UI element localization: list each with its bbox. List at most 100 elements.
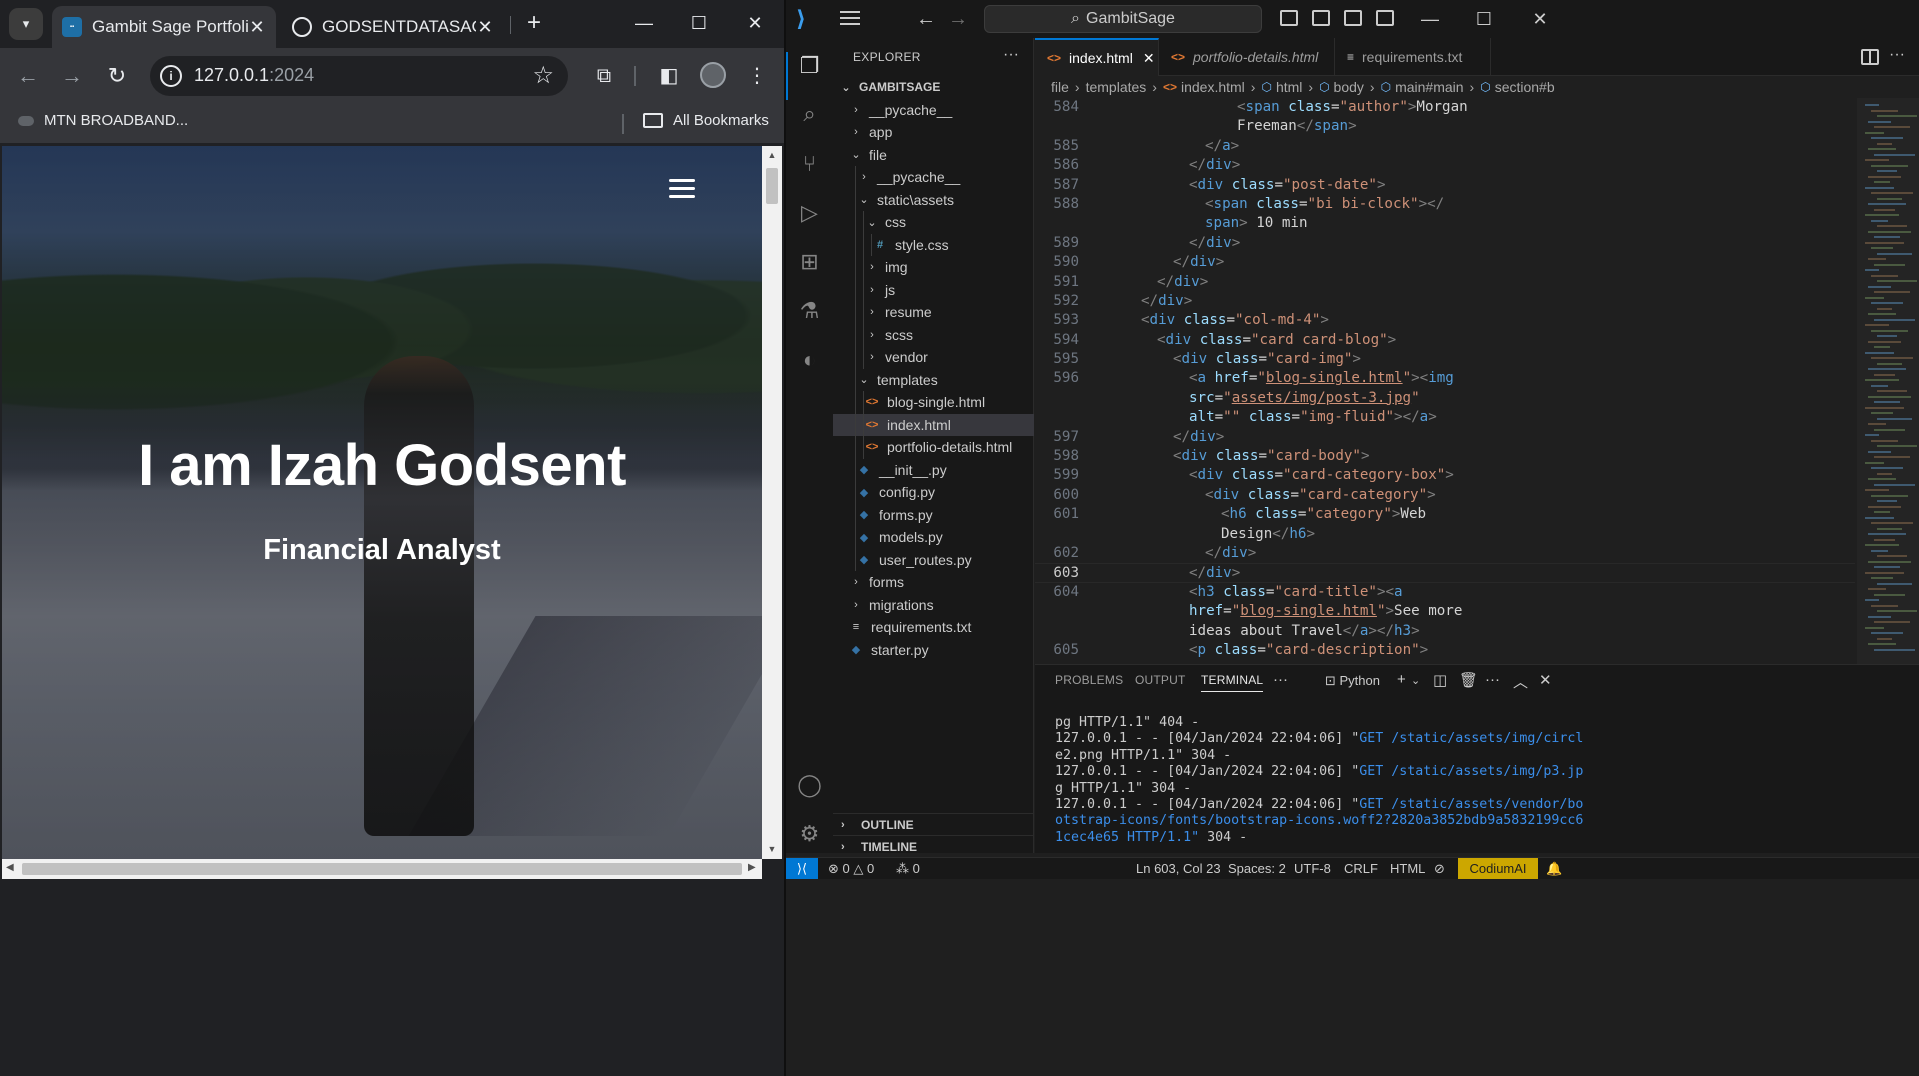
all-bookmarks-button[interactable]: All Bookmarks xyxy=(643,112,769,129)
folder-item[interactable]: › __pycache__ xyxy=(833,99,1034,122)
scroll-down-arrow-icon[interactable]: ▼ xyxy=(762,844,782,854)
chevron-down-icon[interactable]: ⌄ xyxy=(1411,674,1420,687)
page-vertical-scrollbar[interactable]: ▲ ▼ xyxy=(762,146,782,859)
close-tab-icon[interactable]: ✕ xyxy=(1143,50,1155,67)
panel-more-icon[interactable]: ··· xyxy=(1485,671,1500,688)
run-debug-icon[interactable]: ▷ xyxy=(796,199,823,226)
file-item[interactable]: <> portfolio-details.html xyxy=(833,436,1034,459)
explorer-icon[interactable]: ❐ xyxy=(796,52,823,79)
go-forward-icon[interactable]: → xyxy=(948,8,968,31)
customize-layout-icon[interactable] xyxy=(1376,10,1394,26)
code-line[interactable]: 587 <div class="post-date"> xyxy=(1035,176,1855,195)
scroll-left-arrow-icon[interactable]: ◀ xyxy=(6,862,14,873)
editor-tab-index-html[interactable]: <> index.html ✕ xyxy=(1035,38,1159,76)
no-copilot-icon[interactable]: ⊘ xyxy=(1434,861,1445,877)
more-actions-icon[interactable]: ··· xyxy=(1003,46,1019,64)
code-line[interactable]: Freeman</span> xyxy=(1035,117,1855,136)
maximize-icon[interactable]: ☐ xyxy=(679,8,719,38)
bookmark-star-icon[interactable]: ☆ xyxy=(532,61,554,90)
settings-gear-icon[interactable]: ⚙ xyxy=(796,820,823,847)
breadcrumb-item[interactable]: file xyxy=(1051,79,1069,95)
folder-item[interactable]: › img xyxy=(833,256,1034,279)
close-tab-icon[interactable]: ✕ xyxy=(476,17,494,38)
minimize-icon[interactable]: — xyxy=(1410,6,1450,32)
toggle-primary-sidebar-icon[interactable] xyxy=(1280,10,1298,26)
toggle-secondary-sidebar-icon[interactable] xyxy=(1344,10,1362,26)
more-panels-icon[interactable]: ··· xyxy=(1273,671,1288,688)
extensions-icon[interactable]: ⊞ xyxy=(796,248,823,275)
code-line[interactable]: 592 </div> xyxy=(1035,292,1855,311)
split-editor-icon[interactable] xyxy=(1861,49,1879,65)
code-line[interactable]: 595 <div class="card-img"> xyxy=(1035,350,1855,369)
code-line[interactable]: 588 <span class="bi bi-clock"></ xyxy=(1035,195,1855,214)
folder-item[interactable]: › forms xyxy=(833,571,1034,594)
code-line[interactable]: 584 <span class="author">Morgan xyxy=(1035,98,1855,117)
code-line[interactable]: 585 </a> xyxy=(1035,137,1855,156)
folder-item[interactable]: ⌄ static\assets xyxy=(833,188,1034,211)
folder-item[interactable]: › resume xyxy=(833,301,1034,324)
source-control-icon[interactable]: ⑂ xyxy=(796,150,823,177)
scroll-up-arrow-icon[interactable]: ▲ xyxy=(762,150,782,160)
tab-gambit-sage-portfolio[interactable]: ▪▪ Gambit Sage Portfolio ✕ xyxy=(52,6,276,48)
browser-menu-icon[interactable]: ⋮ xyxy=(743,62,771,90)
file-item[interactable]: ◆ forms.py xyxy=(833,503,1034,526)
outline-section[interactable]: › OUTLINE xyxy=(833,813,1034,835)
code-line[interactable]: 600 <div class="card-category"> xyxy=(1035,486,1855,505)
ports-status[interactable]: ⁂ 0 xyxy=(896,861,920,877)
testing-icon[interactable]: ⚗ xyxy=(796,297,823,324)
editor-tab-portfolio-details[interactable]: <> portfolio-details.html xyxy=(1159,38,1335,76)
minimize-icon[interactable]: — xyxy=(624,8,664,38)
folder-item[interactable]: › scss xyxy=(833,323,1034,346)
breadcrumb-item[interactable]: section#b xyxy=(1495,79,1555,95)
tab-output[interactable]: OUTPUT xyxy=(1135,673,1186,687)
code-line[interactable]: href="blog-single.html">See more xyxy=(1035,602,1855,621)
code-line[interactable]: 604 <h3 class="card-title"><a xyxy=(1035,583,1855,602)
forward-arrow-icon[interactable]: → xyxy=(58,62,86,90)
code-line[interactable]: 591 </div> xyxy=(1035,273,1855,292)
file-item[interactable]: ◆ models.py xyxy=(833,526,1034,549)
application-menu-icon[interactable] xyxy=(840,10,862,26)
folder-item[interactable]: › app xyxy=(833,121,1034,144)
breadcrumb-item[interactable]: index.html xyxy=(1181,79,1245,95)
scroll-right-arrow-icon[interactable]: ▶ xyxy=(748,862,756,873)
code-line[interactable]: 605 <p class="card-description"> xyxy=(1035,641,1855,660)
accounts-icon[interactable]: ◯ xyxy=(796,771,823,798)
close-tab-icon[interactable]: ✕ xyxy=(248,17,266,38)
folder-item[interactable]: › __pycache__ xyxy=(833,166,1034,189)
scrollbar-thumb[interactable] xyxy=(766,168,778,204)
maximize-icon[interactable]: ☐ xyxy=(1464,6,1504,32)
terminal-shell-selector[interactable]: ⊡ Python xyxy=(1325,673,1380,689)
tab-problems[interactable]: PROBLEMS xyxy=(1055,673,1123,687)
profile-avatar[interactable] xyxy=(700,62,726,88)
file-item[interactable]: <> index.html xyxy=(833,413,1034,436)
code-line[interactable]: 603 </div> xyxy=(1035,563,1855,583)
site-info-icon[interactable]: i xyxy=(160,65,182,87)
file-item[interactable]: <> blog-single.html xyxy=(833,391,1034,414)
code-line[interactable]: Design</h6> xyxy=(1035,525,1855,544)
url-text[interactable]: 127.0.0.1:2024 xyxy=(194,65,314,86)
bookmark-mtn-broadband[interactable]: MTN BROADBAND... xyxy=(18,112,188,129)
hamburger-menu-icon[interactable] xyxy=(669,179,695,199)
code-line[interactable]: ideas about Travel</a></h3> xyxy=(1035,622,1855,641)
folder-item[interactable]: ⌄ file xyxy=(833,144,1034,167)
tab-search-button[interactable]: ▾ xyxy=(9,8,43,40)
go-back-icon[interactable]: ← xyxy=(916,8,936,31)
folder-item[interactable]: › migrations xyxy=(833,594,1034,617)
folder-item[interactable]: ⌄ css xyxy=(833,211,1034,234)
code-editor[interactable]: 584 <span class="author">Morgan Freeman</s… xyxy=(1035,98,1855,664)
code-line[interactable]: 601 <h6 class="category">Web xyxy=(1035,505,1855,524)
split-terminal-icon[interactable]: ◫ xyxy=(1433,671,1447,689)
editor-tab-requirements[interactable]: ≡ requirements.txt xyxy=(1335,38,1491,76)
codium-icon[interactable]: ◐ xyxy=(796,346,823,373)
scrollbar-thumb[interactable] xyxy=(22,863,742,875)
back-arrow-icon[interactable]: ← xyxy=(14,62,42,90)
close-panel-icon[interactable]: ✕ xyxy=(1539,671,1552,689)
page-horizontal-scrollbar[interactable]: ◀ ▶ xyxy=(2,859,762,879)
code-line[interactable]: 589 </div> xyxy=(1035,234,1855,253)
extensions-icon[interactable]: ⧉ xyxy=(590,62,618,90)
code-line[interactable]: 598 <div class="card-body"> xyxy=(1035,447,1855,466)
code-line[interactable]: 590 </div> xyxy=(1035,253,1855,272)
notifications-bell-icon[interactable]: 🔔 xyxy=(1546,861,1562,877)
file-item[interactable]: # style.css xyxy=(833,233,1034,256)
encoding-status[interactable]: UTF-8 xyxy=(1294,861,1331,876)
